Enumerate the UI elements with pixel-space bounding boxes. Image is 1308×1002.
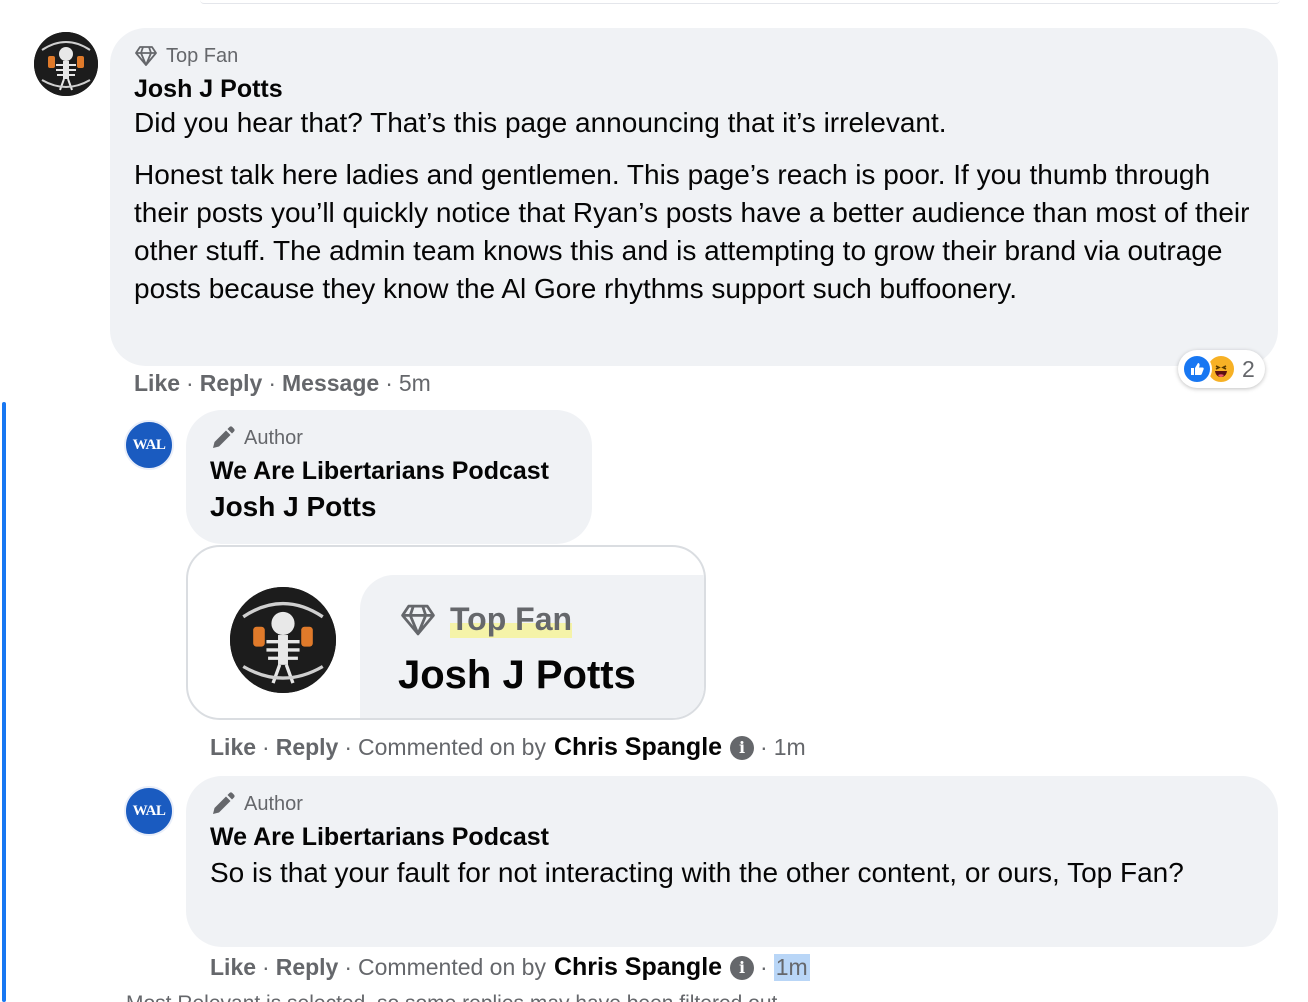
skeleton-avatar-icon [230, 587, 336, 693]
message-button[interactable]: Message [282, 370, 379, 397]
filter-notice: Most Relevant is selected, so some repli… [126, 992, 783, 1002]
separator: · [344, 734, 353, 760]
comment-text: Did you hear that? That’s this page anno… [134, 104, 1254, 308]
separator: · [385, 370, 393, 396]
separator: · [760, 734, 768, 760]
like-reaction-icon [1182, 354, 1212, 384]
embed-bubble: Top Fan Josh J Potts [360, 575, 704, 718]
comment-author[interactable]: Josh J Potts [134, 72, 1278, 106]
embed-author-name: Josh J Potts [398, 653, 636, 697]
embed-badge-label: Top Fan [450, 601, 573, 638]
badge-label: Top Fan [166, 44, 239, 67]
thread-line [2, 402, 6, 1002]
separator: · [186, 370, 194, 396]
badge-label: Author [244, 426, 303, 449]
separator: · [344, 954, 353, 980]
reply-button[interactable]: Reply [276, 734, 339, 761]
reply-button[interactable]: Reply [276, 954, 339, 981]
reply2-actions: Like · Reply · Commented on by Chris Spa… [210, 953, 810, 982]
like-button[interactable]: Like [210, 954, 256, 981]
pencil-icon [213, 792, 235, 814]
commenter-name[interactable]: Chris Spangle [554, 733, 722, 762]
reply-button[interactable]: Reply [200, 370, 263, 397]
embed-top-fan-badge: Top Fan [398, 601, 573, 638]
commented-on-by-label: Commented on by [358, 734, 546, 760]
badge-label: Author [244, 792, 303, 815]
timestamp[interactable]: 1m [774, 734, 806, 761]
author-badge[interactable]: Author [210, 424, 592, 452]
like-button[interactable]: Like [134, 370, 180, 397]
info-icon[interactable]: i [730, 735, 755, 760]
embedded-screenshot[interactable]: Top Fan Josh J Potts [186, 545, 706, 720]
comment-paragraph: Did you hear that? That’s this page anno… [134, 107, 947, 138]
avatar-josh[interactable] [34, 32, 98, 96]
comment-bubble-josh: Top Fan Josh J Potts Did you hear that? … [110, 28, 1278, 366]
separator: · [262, 734, 270, 760]
reply-bubble-wal: Author We Are Libertarians Podcast Josh … [186, 410, 592, 544]
timestamp[interactable]: 5m [399, 370, 431, 397]
avatar-wal[interactable]: WAL [124, 786, 174, 836]
mention-link[interactable]: Josh J Potts [210, 488, 592, 526]
comment-paragraph: Honest talk here ladies and gentlemen. T… [134, 159, 1250, 304]
timestamp[interactable]: 1m [773, 954, 810, 981]
avatar-wal[interactable]: WAL [124, 420, 174, 470]
separator: · [760, 954, 768, 980]
reply-text: So is that your fault for not interactin… [210, 857, 1184, 888]
diamond-icon [401, 604, 435, 635]
pencil-icon [213, 426, 235, 448]
separator: · [268, 370, 277, 396]
separator: · [262, 954, 270, 980]
embed-avatar-josh [230, 587, 336, 693]
diamond-icon [135, 46, 157, 66]
commenter-name[interactable]: Chris Spangle [554, 953, 722, 982]
reaction-count: 2 [1242, 355, 1255, 382]
comment-actions: Like · Reply · Message · 5m [134, 370, 431, 397]
commented-on-by-label: Commented on by [358, 954, 546, 980]
reply1-actions: Like · Reply · Commented on by Chris Spa… [210, 733, 806, 762]
previous-comment-edge [200, 0, 1280, 4]
like-button[interactable]: Like [210, 734, 256, 761]
reply-bubble-wal: Author We Are Libertarians Podcast So is… [186, 776, 1278, 947]
author-badge[interactable]: Author [210, 790, 1278, 818]
info-icon[interactable]: i [730, 955, 755, 980]
reply-author[interactable]: We Are Libertarians Podcast [210, 820, 1278, 854]
top-fan-badge[interactable]: Top Fan [134, 42, 1278, 70]
reply-author[interactable]: We Are Libertarians Podcast [210, 454, 592, 488]
skeleton-avatar-icon [34, 32, 98, 96]
reactions-summary[interactable]: 2 [1178, 350, 1265, 388]
